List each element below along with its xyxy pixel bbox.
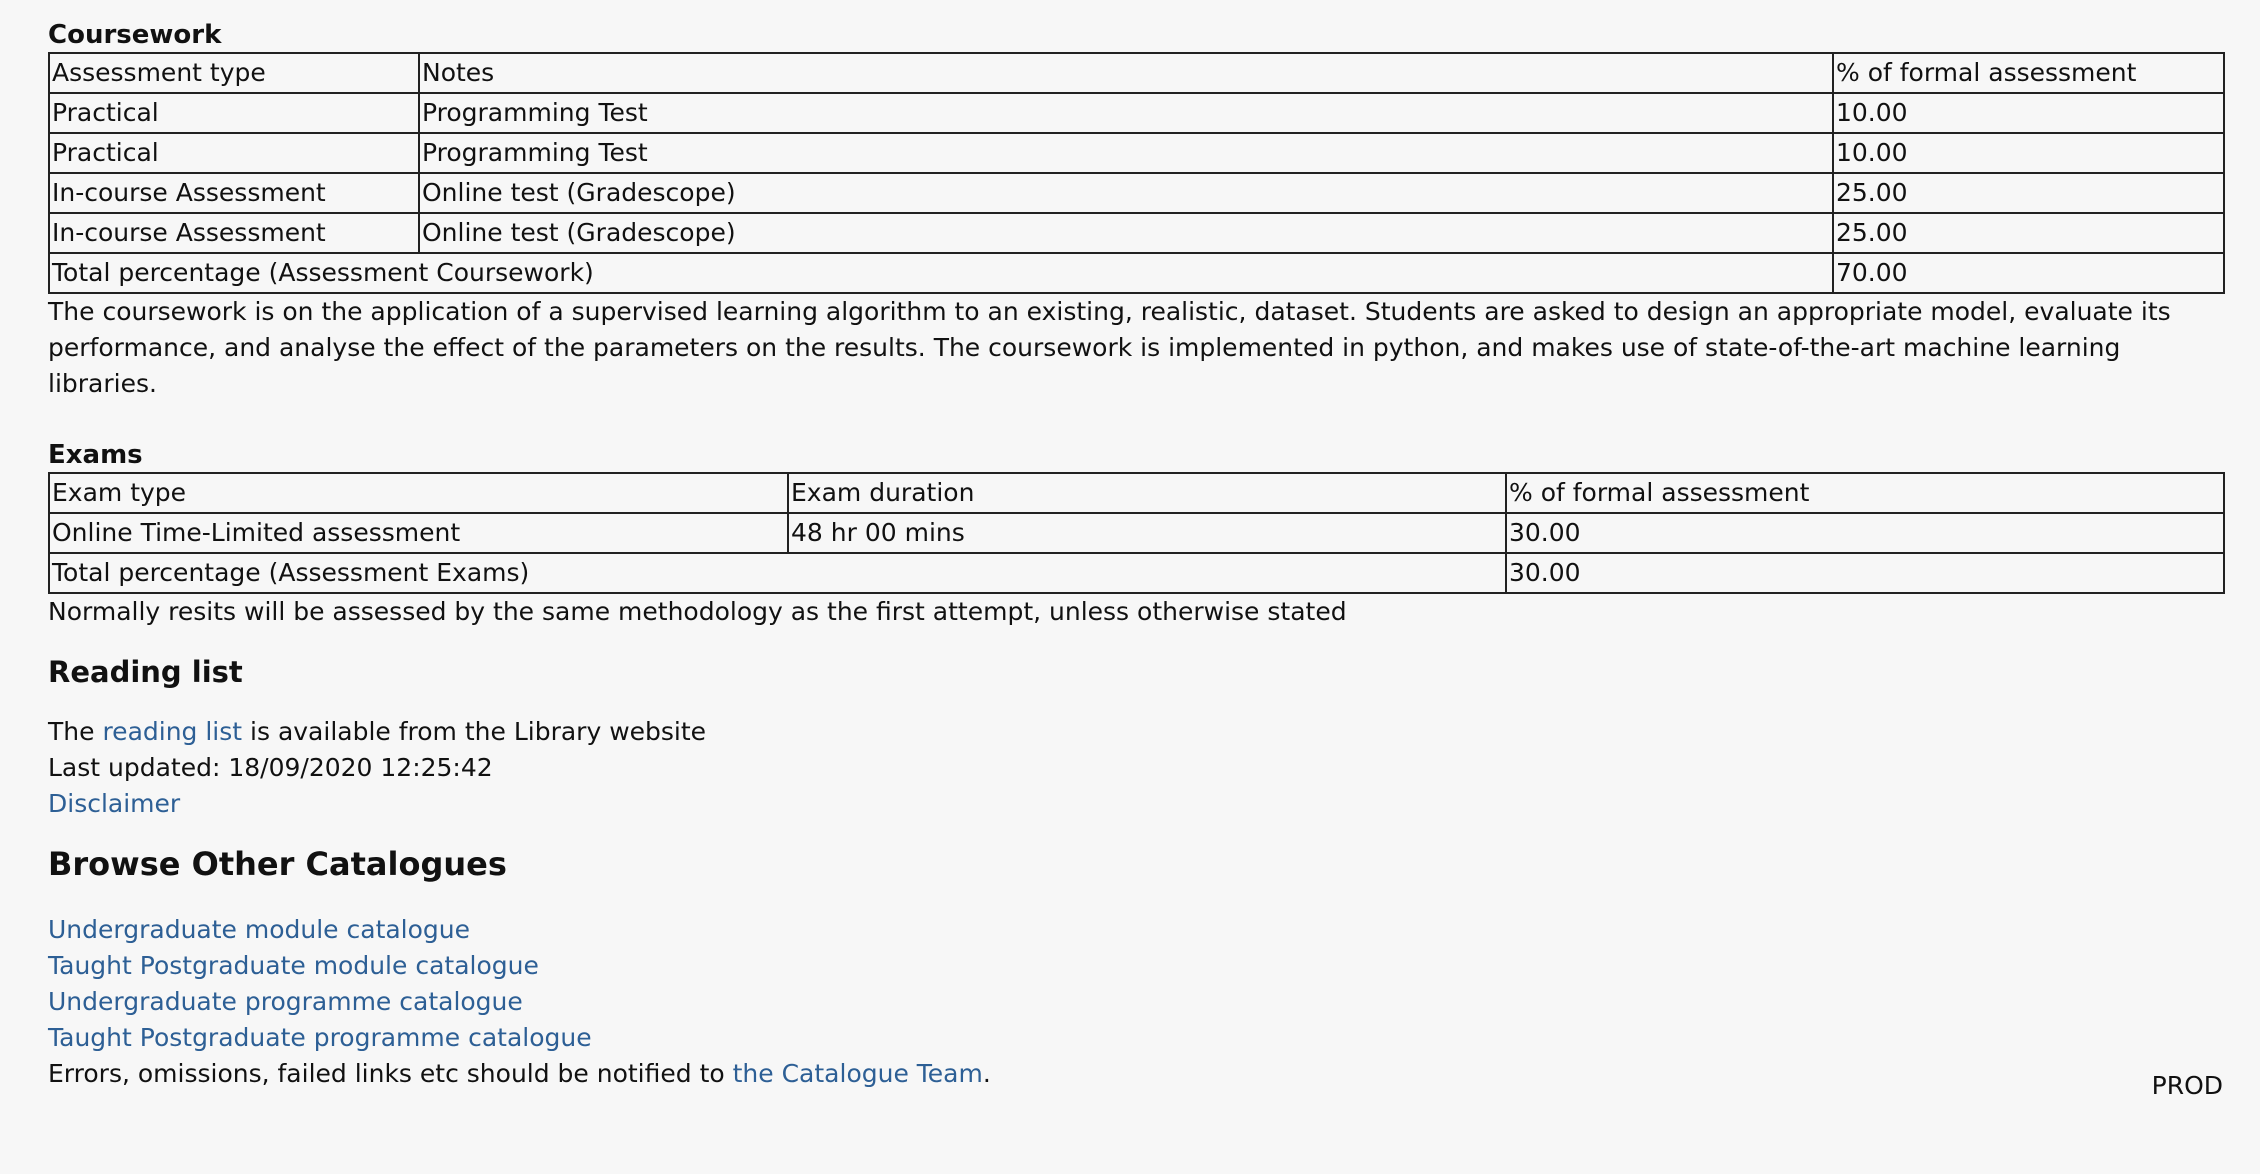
table-row: Online Time-Limited assessment 48 hr 00 … — [48, 512, 2225, 554]
table-cell: In-course Assessment — [48, 212, 420, 254]
column-header: Exam duration — [787, 472, 1507, 514]
table-row: In-course Assessment Online test (Grades… — [48, 212, 2225, 254]
exams-heading: Exams — [48, 440, 143, 470]
total-label: Total percentage (Assessment Coursework) — [48, 252, 1834, 294]
total-value: 30.00 — [1505, 552, 2225, 594]
module-assessment-page: Coursework Assessment type Notes % of fo… — [48, 18, 2225, 1092]
errors-notice: Errors, omissions, failed links etc shou… — [48, 1056, 2223, 1092]
reading-list-link[interactable]: reading list — [102, 717, 242, 746]
table-cell: 25.00 — [1832, 172, 2225, 214]
table-row: Practical Programming Test 10.00 — [48, 132, 2225, 174]
coursework-description: The coursework is on the application of … — [48, 297, 2171, 398]
coursework-heading: Coursework — [48, 20, 222, 50]
reading-list-heading: Reading list — [48, 655, 243, 689]
table-header-row: Exam type Exam duration % of formal asse… — [48, 472, 2225, 514]
reading-list-sentence: The reading list is available from the L… — [48, 714, 2223, 750]
resits-note: Normally resits will be assessed by the … — [48, 597, 1347, 626]
table-cell: Online test (Gradescope) — [418, 172, 1834, 214]
exams-table: Exam type Exam duration % of formal asse… — [48, 472, 2225, 594]
column-header: % of formal assessment — [1505, 472, 2225, 514]
last-updated: Last updated: 18/09/2020 12:25:42 — [48, 753, 493, 782]
undergraduate-programme-catalogue-link[interactable]: Undergraduate programme catalogue — [48, 987, 523, 1016]
table-cell: 30.00 — [1505, 512, 2225, 554]
table-cell: 48 hr 00 mins — [787, 512, 1507, 554]
table-cell: 25.00 — [1832, 212, 2225, 254]
undergraduate-module-catalogue-link[interactable]: Undergraduate module catalogue — [48, 915, 470, 944]
table-cell: Practical — [48, 132, 420, 174]
environment-badge: PROD — [2151, 1071, 2223, 1100]
column-header: Exam type — [48, 472, 789, 514]
reading-list-text-before: The — [48, 717, 103, 746]
table-cell: In-course Assessment — [48, 172, 420, 214]
table-cell: Programming Test — [418, 92, 1834, 134]
table-header-row: Assessment type Notes % of formal assess… — [48, 52, 2225, 94]
column-header: Notes — [418, 52, 1834, 94]
table-cell: Online Time-Limited assessment — [48, 512, 789, 554]
coursework-table: Assessment type Notes % of formal assess… — [48, 52, 2225, 294]
total-label: Total percentage (Assessment Exams) — [48, 552, 1507, 594]
table-row: In-course Assessment Online test (Grades… — [48, 172, 2225, 214]
errors-text: Errors, omissions, failed links etc shou… — [48, 1059, 733, 1088]
table-row: Practical Programming Test 10.00 — [48, 92, 2225, 134]
table-total-row: Total percentage (Assessment Coursework)… — [48, 252, 2225, 294]
table-cell: Online test (Gradescope) — [418, 212, 1834, 254]
table-cell: 10.00 — [1832, 132, 2225, 174]
total-value: 70.00 — [1832, 252, 2225, 294]
errors-text-end: . — [982, 1059, 991, 1088]
reading-list-text-after: is available from the Library website — [242, 717, 707, 746]
table-cell: Practical — [48, 92, 420, 134]
table-cell: 10.00 — [1832, 92, 2225, 134]
taught-postgraduate-module-catalogue-link[interactable]: Taught Postgraduate module catalogue — [48, 951, 539, 980]
disclaimer-link[interactable]: Disclaimer — [48, 789, 180, 818]
browse-catalogues-heading: Browse Other Catalogues — [48, 845, 507, 883]
taught-postgraduate-programme-catalogue-link[interactable]: Taught Postgraduate programme catalogue — [48, 1023, 592, 1052]
catalogue-team-link[interactable]: the Catalogue Team — [733, 1059, 983, 1088]
column-header: Assessment type — [48, 52, 420, 94]
table-total-row: Total percentage (Assessment Exams) 30.0… — [48, 552, 2225, 594]
column-header: % of formal assessment — [1832, 52, 2225, 94]
table-cell: Programming Test — [418, 132, 1834, 174]
